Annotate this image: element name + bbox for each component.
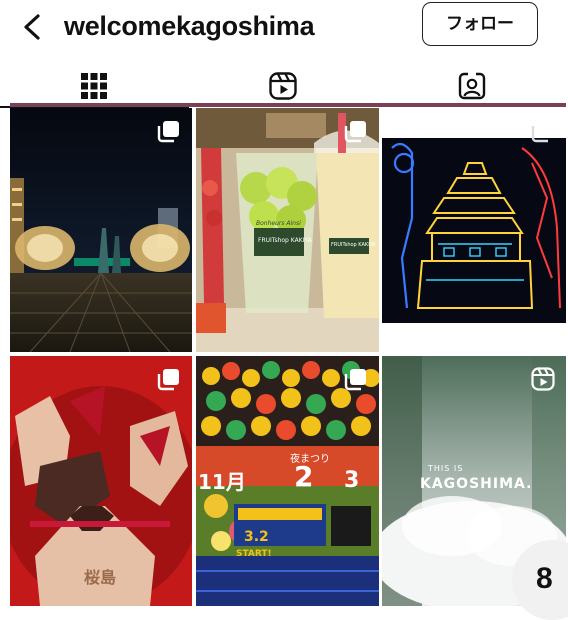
carousel-icon [344,369,366,391]
post-tile-sakurajima-sweets[interactable]: 桜島 [10,356,192,606]
carousel-icon [157,121,179,143]
reels-icon [269,72,297,100]
post-tile-festival-lanterns[interactable]: 11月 2 3 夜まつり 3.2 START! [196,356,379,606]
tab-reels[interactable] [189,60,378,108]
tagged-user-icon [458,72,486,100]
day-b-label: 3 [344,468,360,493]
fruit-drinks-image [196,108,379,352]
shop-label-2: FRUITshop KAKIYA [331,242,376,248]
reel-icon [531,367,555,391]
post-tile-fruit-drinks[interactable]: FRUITshop KAKIYA FRUITshop KAKIYA Bonheu… [196,108,379,352]
banner-number: 3.2 [244,529,269,545]
brand-label: Bonheurs Ainsi [256,220,301,227]
shop-label-1: FRUITshop KAKIYA [258,237,312,244]
previous-row-strip [10,103,566,107]
night-street-image [10,108,192,352]
page-indicator-number: 8 [536,562,553,595]
profile-header: welcomekagoshima フォロー [0,0,568,56]
reel-headline: THIS IS [428,464,464,473]
carousel-icon [157,369,179,391]
tab-posts[interactable] [0,60,189,108]
event-label: 夜まつり [290,454,330,465]
sakurajima-label: 桜島 [84,568,117,587]
tab-tagged[interactable] [378,60,567,108]
carousel-icon [344,121,366,143]
back-button[interactable] [18,10,48,44]
reel-title: KAGOSHIMA. [420,476,533,492]
grid-icon [81,73,107,99]
post-tile-neon-castle[interactable] [382,108,566,352]
neon-castle-image [382,108,566,352]
start-label: START! [236,549,272,559]
month-label: 11月 [198,470,246,494]
profile-tabs [0,60,568,108]
follow-button[interactable]: フォロー [422,2,538,46]
carousel-icon [531,121,553,143]
posts-grid: FRUITshop KAKIYA FRUITshop KAKIYA Bonheu… [10,103,566,606]
post-tile-night-street[interactable] [10,108,192,352]
username-title: welcomekagoshima [64,11,315,41]
chevron-left-icon [24,14,40,40]
